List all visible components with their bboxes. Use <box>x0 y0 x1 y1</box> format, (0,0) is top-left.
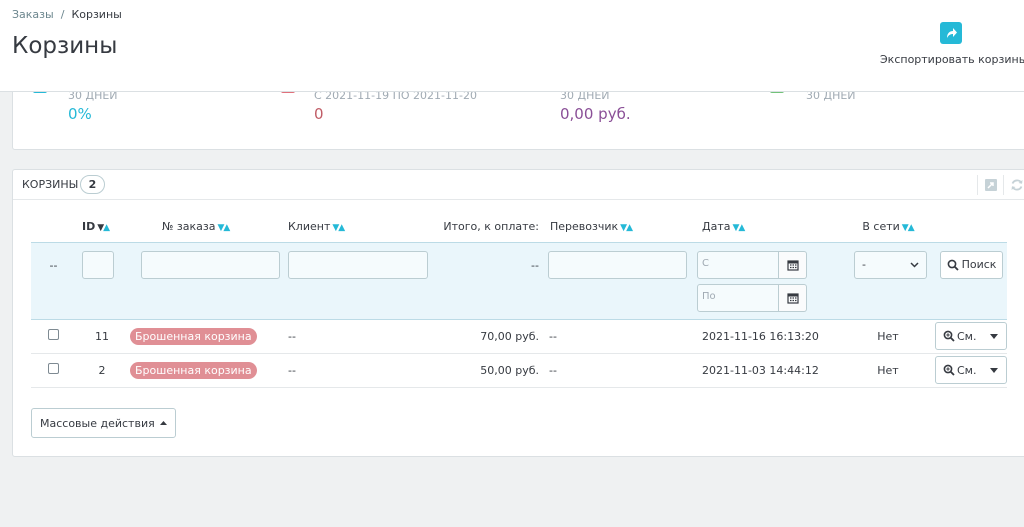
cell-carrier: -- <box>541 319 691 354</box>
status-badge: Брошенная корзина <box>130 327 257 345</box>
carts-table: ID ▼▲ № заказа ▼▲ Клиент ▼▲ Итого, к оплате… <box>31 212 1007 388</box>
panel-heading: Корзины 2 <box>13 170 1024 200</box>
sort-arrows-icon[interactable]: ▼▲ <box>620 223 633 233</box>
cell-customer: -- <box>282 353 428 388</box>
cell-id: 2 <box>76 353 128 388</box>
view-button[interactable]: См. <box>935 322 1007 350</box>
row-checkbox[interactable] <box>48 363 59 374</box>
filter-placeholder: -- <box>49 258 58 272</box>
column-order[interactable]: № заказа ▼▲ <box>128 212 282 242</box>
view-button[interactable]: См. <box>935 356 1007 384</box>
cell-online: Нет <box>841 319 935 354</box>
zoom-icon <box>943 330 955 342</box>
filter-online-select[interactable]: - <box>854 250 927 279</box>
kpi-value: 0% <box>68 105 92 123</box>
filter-total-placeholder: -- <box>531 258 539 272</box>
caret-up-icon <box>159 421 167 425</box>
column-date-label: Дата <box>702 220 731 234</box>
panel-tools <box>977 175 1024 195</box>
kpi-value: 0 <box>314 105 324 123</box>
calendar-icon[interactable] <box>779 250 807 279</box>
filter-date-to: По <box>697 283 807 312</box>
kpi-value: 0,00 руб. <box>560 105 631 123</box>
search-button[interactable]: Поиск <box>940 250 1003 279</box>
kpi-conversion: 30 ДНЕЙ 0% <box>68 89 118 123</box>
export-list-button[interactable] <box>977 175 1003 195</box>
caret-down-icon[interactable] <box>990 367 998 373</box>
filter-id-input[interactable] <box>82 250 114 279</box>
search-label: Поиск <box>961 258 997 271</box>
cell-total: 50,00 руб. <box>428 353 541 388</box>
refresh-list-button[interactable] <box>1003 175 1024 195</box>
breadcrumb-orders[interactable]: Заказы <box>12 8 54 21</box>
table-row[interactable]: 11 Брошенная корзина -- 70,00 руб. -- 20… <box>31 319 1007 354</box>
carts-list-panel: Корзины 2 ID ▼▲ № заказа ▼▲ Клиент ▼▲ Итого… <box>12 169 1024 457</box>
bulk-actions-button[interactable]: Массовые действия <box>31 408 176 438</box>
column-customer-label: Клиент <box>288 220 331 234</box>
column-id[interactable]: ID ▼▲ <box>76 212 128 242</box>
sort-arrows-icon[interactable]: ▼▲ <box>332 223 345 233</box>
row-checkbox[interactable] <box>48 329 59 340</box>
export-carts-button[interactable]: Экспортировать корзины <box>880 22 1024 66</box>
chevron-down-icon <box>910 261 919 268</box>
column-date[interactable]: Дата ▼▲ <box>691 212 841 242</box>
search-icon <box>947 259 959 271</box>
page-header: Заказы / Корзины Корзины Экспортировать ко… <box>0 0 1024 92</box>
column-id-label: ID <box>82 220 96 234</box>
cell-carrier: -- <box>541 353 691 388</box>
cell-date: 2021-11-03 14:44:12 <box>691 353 841 388</box>
column-online[interactable]: В сети ▼▲ <box>841 212 935 242</box>
kpi-abandoned-carts: С 2021-11-19 ПО 2021-11-20 0 <box>314 89 477 123</box>
column-carrier-label: Перевозчик <box>550 220 619 234</box>
view-label: См. <box>957 329 977 343</box>
sort-arrows-icon[interactable]: ▼▲ <box>218 223 231 233</box>
caret-down-icon[interactable] <box>990 333 998 339</box>
sort-arrows-icon[interactable]: ▼▲ <box>732 223 745 233</box>
view-label: См. <box>957 363 977 377</box>
zoom-icon <box>943 364 955 376</box>
date-from-input[interactable]: С <box>697 250 779 279</box>
filter-row: -- -- С По - Поиск <box>31 241 1007 320</box>
filter-customer-input[interactable] <box>288 250 428 279</box>
refresh-icon <box>1011 179 1022 191</box>
status-badge: Брошенная корзина <box>130 361 257 379</box>
cell-total: 70,00 руб. <box>428 319 541 354</box>
column-carrier[interactable]: Перевозчик ▼▲ <box>541 212 691 242</box>
filter-carrier-input[interactable] <box>548 250 687 279</box>
column-order-label: № заказа <box>162 220 216 234</box>
export-share-icon <box>940 22 962 44</box>
column-online-label: В сети <box>862 220 900 234</box>
filter-date-from: С <box>697 250 807 279</box>
panel-title: Корзины <box>22 178 79 191</box>
column-customer[interactable]: Клиент ▼▲ <box>282 212 428 242</box>
column-total-label: Итого, к оплате: <box>443 220 539 234</box>
export-label: Экспортировать корзины <box>880 53 1024 66</box>
kpi-average-order: 30 ДНЕЙ 0,00 руб. <box>560 89 631 123</box>
breadcrumb: Заказы / Корзины <box>12 8 122 21</box>
cell-date: 2021-11-16 16:13:20 <box>691 319 841 354</box>
cell-online: Нет <box>841 353 935 388</box>
bulk-actions-label: Массовые действия <box>40 416 155 430</box>
column-total: Итого, к оплате: <box>428 212 541 242</box>
filter-order-input[interactable] <box>141 250 280 279</box>
cell-customer: -- <box>282 319 428 354</box>
cell-id: 11 <box>76 319 128 354</box>
page-title: Корзины <box>12 33 118 59</box>
breadcrumb-current: Корзины <box>71 8 122 21</box>
export-list-icon <box>984 179 997 191</box>
table-row[interactable]: 2 Брошенная корзина -- 50,00 руб. -- 202… <box>31 353 1007 388</box>
date-to-input[interactable]: По <box>697 283 779 312</box>
breadcrumb-separator: / <box>60 8 65 21</box>
table-header-row: ID ▼▲ № заказа ▼▲ Клиент ▼▲ Итого, к оплате… <box>31 212 1007 242</box>
select-value: - <box>862 258 866 271</box>
calendar-icon[interactable] <box>779 283 807 312</box>
sort-arrows-icon[interactable]: ▼▲ <box>902 223 915 233</box>
carts-count-badge: 2 <box>80 175 105 194</box>
sort-arrows-icon[interactable]: ▼▲ <box>97 223 110 233</box>
